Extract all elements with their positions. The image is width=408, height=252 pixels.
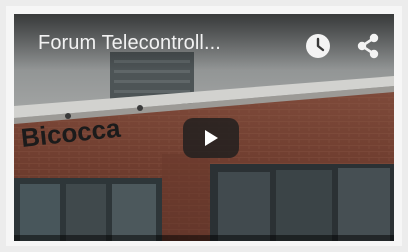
play-button[interactable] — [183, 118, 239, 158]
title-overlay: Forum Telecontroll... — [14, 14, 394, 70]
svg-text:Bicocca: Bicocca — [19, 113, 122, 153]
video-player[interactable]: Bicocca Forum Telecontroll... — [14, 14, 394, 241]
play-icon — [205, 130, 218, 146]
embed-frame: Bicocca Forum Telecontroll... — [6, 6, 402, 246]
clock-icon[interactable] — [304, 32, 332, 60]
share-icon[interactable] — [354, 32, 382, 60]
video-bottom-edge — [14, 235, 394, 241]
video-title[interactable]: Forum Telecontroll... — [38, 32, 221, 55]
